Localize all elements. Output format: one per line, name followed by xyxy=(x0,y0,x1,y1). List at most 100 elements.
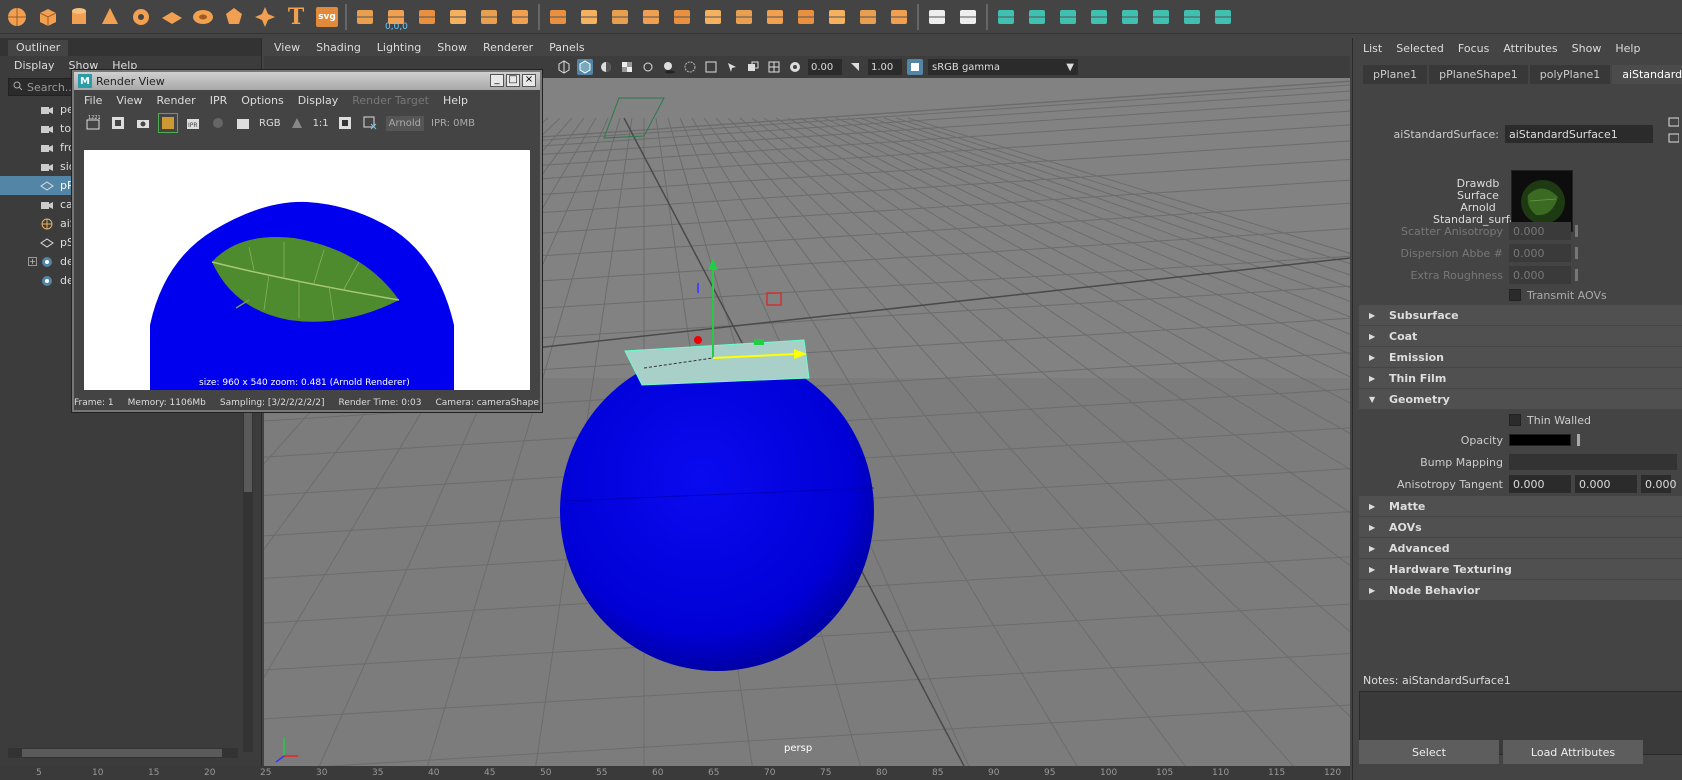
viewport-menu-lighting[interactable]: Lighting xyxy=(377,41,421,54)
settings-gear-icon[interactable]: 0,0,0 xyxy=(383,4,409,32)
lights-icon[interactable] xyxy=(640,59,656,75)
planar-map-icon[interactable] xyxy=(1179,4,1205,30)
section-thin-film[interactable]: ▶ Thin Film xyxy=(1359,368,1682,388)
dimmed-attribute-field[interactable]: 0.000 xyxy=(1509,266,1571,284)
bevel-icon[interactable] xyxy=(638,4,664,30)
opacity-slider[interactable] xyxy=(1577,434,1580,446)
cut-uv-icon[interactable] xyxy=(1055,4,1081,30)
ae-menu-focus[interactable]: Focus xyxy=(1458,42,1489,55)
platonic-icon[interactable] xyxy=(221,4,247,30)
move-icon[interactable] xyxy=(545,4,571,30)
pivot-point[interactable] xyxy=(694,336,702,344)
transmit-aovs-checkbox[interactable] xyxy=(1509,289,1521,301)
sphere-mesh[interactable] xyxy=(560,351,874,671)
viewport-menu-panels[interactable]: Panels xyxy=(549,41,584,54)
render-menu-view[interactable]: View xyxy=(116,94,142,107)
outliner-tab[interactable]: Outliner xyxy=(8,40,69,56)
mirror-icon[interactable] xyxy=(793,4,819,30)
snap-icon[interactable] xyxy=(855,4,881,30)
exposure-icon[interactable] xyxy=(787,59,803,75)
anisotropy-tangent-x[interactable]: 0.000 xyxy=(1509,475,1571,493)
display-icon[interactable] xyxy=(507,4,533,30)
svg-icon[interactable]: svg xyxy=(314,4,340,30)
smooth-shade-icon[interactable] xyxy=(577,59,593,75)
cone-icon[interactable] xyxy=(97,4,123,30)
unfold-icon[interactable] xyxy=(1117,4,1143,30)
maximize-button[interactable]: □ xyxy=(506,74,520,87)
torus-icon[interactable] xyxy=(128,4,154,30)
thin-walled-checkbox[interactable] xyxy=(1509,414,1521,426)
render-menu-help[interactable]: Help xyxy=(443,94,468,107)
focus-icon[interactable] xyxy=(1667,116,1680,149)
expand-toggle-icon[interactable]: + xyxy=(28,257,37,266)
keep-image-icon[interactable] xyxy=(234,114,252,132)
viewport-menu-shading[interactable]: Shading xyxy=(316,41,361,54)
ae-tab-pplane1[interactable]: pPlane1 xyxy=(1363,65,1428,84)
light-icon[interactable] xyxy=(414,4,440,30)
ae-menu-attributes[interactable]: Attributes xyxy=(1503,42,1557,55)
select-camera-icon[interactable] xyxy=(724,59,740,75)
ae-menu-show[interactable]: Show xyxy=(1572,42,1602,55)
rgb-channel-button[interactable]: RGB xyxy=(259,118,281,129)
dimmed-attribute-slider[interactable] xyxy=(1575,269,1578,281)
anisotropy-tangent-y[interactable]: 0.000 xyxy=(1575,475,1637,493)
separate-icon[interactable] xyxy=(700,4,726,30)
isolate-select-icon[interactable] xyxy=(745,59,761,75)
section-node-behavior[interactable]: ▶ Node Behavior xyxy=(1359,580,1682,600)
render-view-titlebar[interactable]: M Render View _ □ × xyxy=(74,72,540,90)
sphere-icon[interactable] xyxy=(4,4,30,30)
lattice-icon[interactable] xyxy=(955,4,981,30)
remove-image-icon[interactable] xyxy=(361,114,379,132)
xray-icon[interactable] xyxy=(703,59,719,75)
extrude-icon[interactable] xyxy=(607,4,633,30)
plane-icon[interactable] xyxy=(159,4,185,30)
section-geometry[interactable]: ▼ Geometry xyxy=(1359,389,1682,409)
dimmed-attribute-slider[interactable] xyxy=(1575,225,1578,237)
section-aovs[interactable]: ▶ AOVs xyxy=(1359,517,1682,537)
stop-render-icon[interactable] xyxy=(209,114,227,132)
ae-tab-pplaneshape1[interactable]: pPlaneShape1 xyxy=(1429,65,1528,84)
viewport-menu-renderer[interactable]: Renderer xyxy=(483,41,533,54)
camera-aim-icon[interactable] xyxy=(352,4,378,30)
gamma-field[interactable]: 1.00 xyxy=(868,59,902,75)
render-region-icon[interactable] xyxy=(109,114,127,132)
shadows-icon[interactable] xyxy=(661,59,677,75)
uv-shell-icon[interactable] xyxy=(1024,4,1050,30)
ae-menu-list[interactable]: List xyxy=(1363,42,1382,55)
refresh-ipr-icon[interactable]: IPR xyxy=(184,114,202,132)
time-slider[interactable]: 5 10 15 20 25 30 35 40 45 50 55 60 65 70 75 80 85 90 95 100… xyxy=(0,766,1350,780)
section-subsurface[interactable]: ▶ Subsurface xyxy=(1359,305,1682,325)
viewport-menu-view[interactable]: View xyxy=(274,41,300,54)
opacity-color-swatch[interactable] xyxy=(1509,434,1571,446)
color-management-icon[interactable] xyxy=(907,59,923,75)
checker-icon[interactable] xyxy=(1148,4,1174,30)
alpha-channel-icon[interactable] xyxy=(288,114,306,132)
render-menu-options[interactable]: Options xyxy=(241,94,283,107)
exposure-field[interactable]: 0.00 xyxy=(808,59,842,75)
pencil-icon[interactable] xyxy=(924,4,950,30)
section-hardware-texturing[interactable]: ▶ Hardware Texturing xyxy=(1359,559,1682,579)
color-space-dropdown[interactable]: sRGB gamma ▼ xyxy=(928,59,1078,75)
disc-icon[interactable] xyxy=(190,4,216,30)
minimize-button[interactable]: _ xyxy=(490,74,504,87)
close-uv-icon[interactable] xyxy=(1210,4,1236,30)
ae-menu-help[interactable]: Help xyxy=(1615,42,1640,55)
render-menu-file[interactable]: File xyxy=(84,94,102,107)
snapshot-icon[interactable] xyxy=(134,114,152,132)
close-button[interactable]: × xyxy=(522,74,536,87)
render-menu-display[interactable]: Display xyxy=(298,94,339,107)
node-name-field[interactable]: aiStandardSurface1 xyxy=(1505,125,1653,143)
smooth-icon[interactable] xyxy=(762,4,788,30)
section-emission[interactable]: ▶ Emission xyxy=(1359,347,1682,367)
uv-icon[interactable] xyxy=(993,4,1019,30)
render-icon[interactable] xyxy=(445,4,471,30)
viewport-menu-show[interactable]: Show xyxy=(437,41,467,54)
sew-uv-icon[interactable] xyxy=(1086,4,1112,30)
ae-menu-selected[interactable]: Selected xyxy=(1396,42,1444,55)
default-material-icon[interactable] xyxy=(598,59,614,75)
bridge-icon[interactable] xyxy=(576,4,602,30)
load-attributes-button[interactable]: Load Attributes xyxy=(1503,740,1643,764)
cube-icon[interactable] xyxy=(35,4,61,30)
star-icon[interactable] xyxy=(252,4,278,30)
cylinder-icon[interactable] xyxy=(66,4,92,30)
